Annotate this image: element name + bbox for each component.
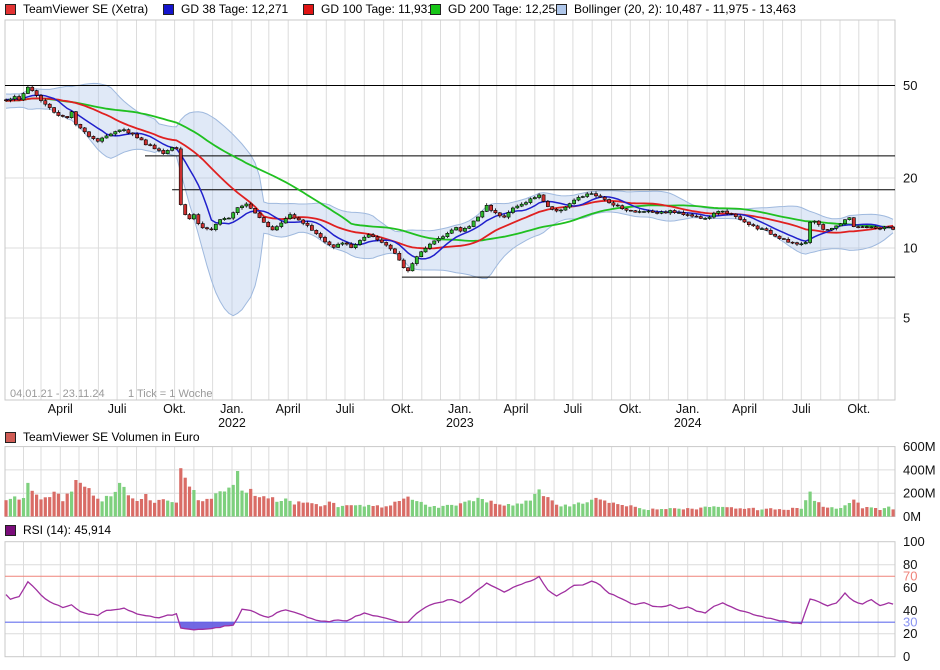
price-axis-label: 10: [903, 241, 917, 256]
x-axis-month-label: Okt.: [163, 402, 186, 416]
volume-axis-label: 400M: [903, 462, 936, 477]
x-axis-month-label: Okt.: [847, 402, 870, 416]
x-axis-month-label: Juli: [792, 402, 811, 416]
x-axis-month-label: Juli: [336, 402, 355, 416]
date-range-label: 04.01.21 - 23.11.24: [10, 388, 105, 400]
stock-chart-canvas: 5020105600M400M200M0M1008070604030200Apr…: [4, 19, 936, 664]
x-axis-month-label: April: [48, 402, 73, 416]
x-axis-month-label: Juli: [108, 402, 127, 416]
x-axis-month-label: Okt.: [619, 402, 642, 416]
rsi-axis-label: 20: [903, 626, 917, 641]
volume-bars: [4, 468, 895, 517]
rsi-indicator: [5, 575, 895, 631]
rsi-axis-label: 60: [903, 580, 917, 595]
x-axis-month-label: Juli: [563, 402, 582, 416]
x-axis-year-label: 2024: [674, 416, 702, 430]
tick-interval-label: 1 Tick = 1 Woche: [128, 388, 212, 400]
x-axis-year-label: 2023: [446, 416, 474, 430]
volume-axis-label: 0M: [903, 509, 921, 524]
volume-axis-label: 600M: [903, 439, 936, 454]
rsi-axis-label: 0: [903, 649, 910, 664]
price-axis-label: 50: [903, 78, 917, 93]
price-axis-label: 5: [903, 311, 910, 326]
price-axis-label: 20: [903, 171, 917, 186]
volume-axis-label: 200M: [903, 486, 936, 501]
x-axis-year-label: 2022: [218, 416, 246, 430]
x-axis-month-label: Jan.: [220, 402, 244, 416]
bollinger-band: [5, 82, 894, 317]
x-axis-month-label: Jan.: [676, 402, 700, 416]
x-axis-month-label: Okt.: [391, 402, 414, 416]
x-axis-month-label: Jan.: [448, 402, 472, 416]
rsi-axis-label: 100: [903, 534, 925, 549]
x-axis-month-label: April: [732, 402, 757, 416]
x-axis-month-label: April: [504, 402, 529, 416]
x-axis-month-label: April: [276, 402, 301, 416]
